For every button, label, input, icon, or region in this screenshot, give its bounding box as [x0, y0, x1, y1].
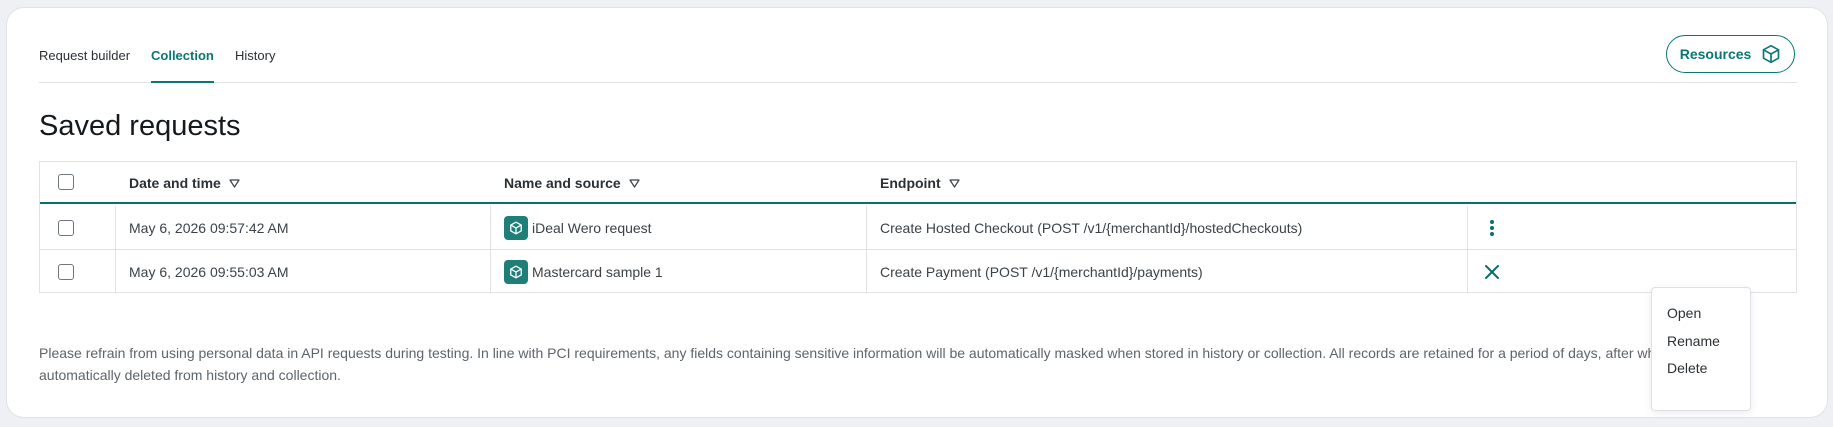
- sort-triangle-icon: [629, 178, 640, 188]
- column-header-name-label: Name and source: [504, 175, 621, 191]
- row-name[interactable]: iDeal Wero request: [532, 220, 652, 236]
- more-vertical-icon: [1490, 220, 1494, 236]
- tab-bar: Request builder Collection History: [39, 8, 1797, 83]
- column-header-endpoint-label: Endpoint: [880, 175, 941, 191]
- row-checkbox[interactable]: [58, 264, 74, 280]
- column-header-date-label: Date and time: [129, 175, 221, 191]
- resources-label: Resources: [1679, 46, 1752, 62]
- row-context-menu: Open Rename Delete: [1651, 287, 1751, 411]
- row-endpoint: Create Payment (POST /v1/{merchantId}/pa…: [880, 264, 1203, 280]
- page-title: Saved requests: [39, 110, 241, 142]
- row-more-button[interactable]: [1478, 214, 1506, 242]
- collection-panel: Request builder Collection History Resou…: [6, 7, 1828, 418]
- tab-history[interactable]: History: [235, 48, 275, 81]
- api-source-icon: [504, 260, 528, 284]
- data-retention-notice: Please refrain from using personal data …: [39, 345, 1728, 383]
- table-row[interactable]: May 6, 2026 09:57:42 AM iDeal Wero reque…: [40, 206, 1796, 250]
- column-header-name[interactable]: Name and source: [504, 175, 640, 191]
- menu-item-open[interactable]: Open: [1667, 305, 1701, 321]
- sort-triangle-icon: [229, 178, 240, 188]
- close-icon: [1485, 265, 1499, 279]
- row-close-menu-button[interactable]: [1478, 258, 1506, 286]
- resources-button[interactable]: Resources: [1666, 35, 1795, 73]
- api-source-icon: [504, 216, 528, 240]
- tab-collection[interactable]: Collection: [151, 48, 214, 83]
- table-header: Date and time Name and source Endpoint: [40, 162, 1796, 204]
- column-header-endpoint[interactable]: Endpoint: [880, 175, 960, 191]
- cube-icon: [1762, 44, 1780, 64]
- saved-requests-table: Date and time Name and source Endpoint M…: [39, 161, 1797, 294]
- tab-request-builder[interactable]: Request builder: [39, 48, 130, 81]
- row-name[interactable]: Mastercard sample 1: [532, 264, 663, 280]
- menu-item-delete[interactable]: Delete: [1667, 360, 1707, 376]
- row-date: May 6, 2026 09:57:42 AM: [129, 220, 289, 236]
- row-date: May 6, 2026 09:55:03 AM: [129, 264, 289, 280]
- row-checkbox[interactable]: [58, 220, 74, 236]
- row-endpoint: Create Hosted Checkout (POST /v1/{mercha…: [880, 220, 1303, 236]
- sort-triangle-icon: [949, 178, 960, 188]
- column-header-date[interactable]: Date and time: [129, 175, 240, 191]
- select-all-checkbox[interactable]: [58, 174, 74, 190]
- table-row[interactable]: May 6, 2026 09:55:03 AM Mastercard sampl…: [40, 250, 1796, 294]
- menu-item-rename[interactable]: Rename: [1667, 333, 1720, 349]
